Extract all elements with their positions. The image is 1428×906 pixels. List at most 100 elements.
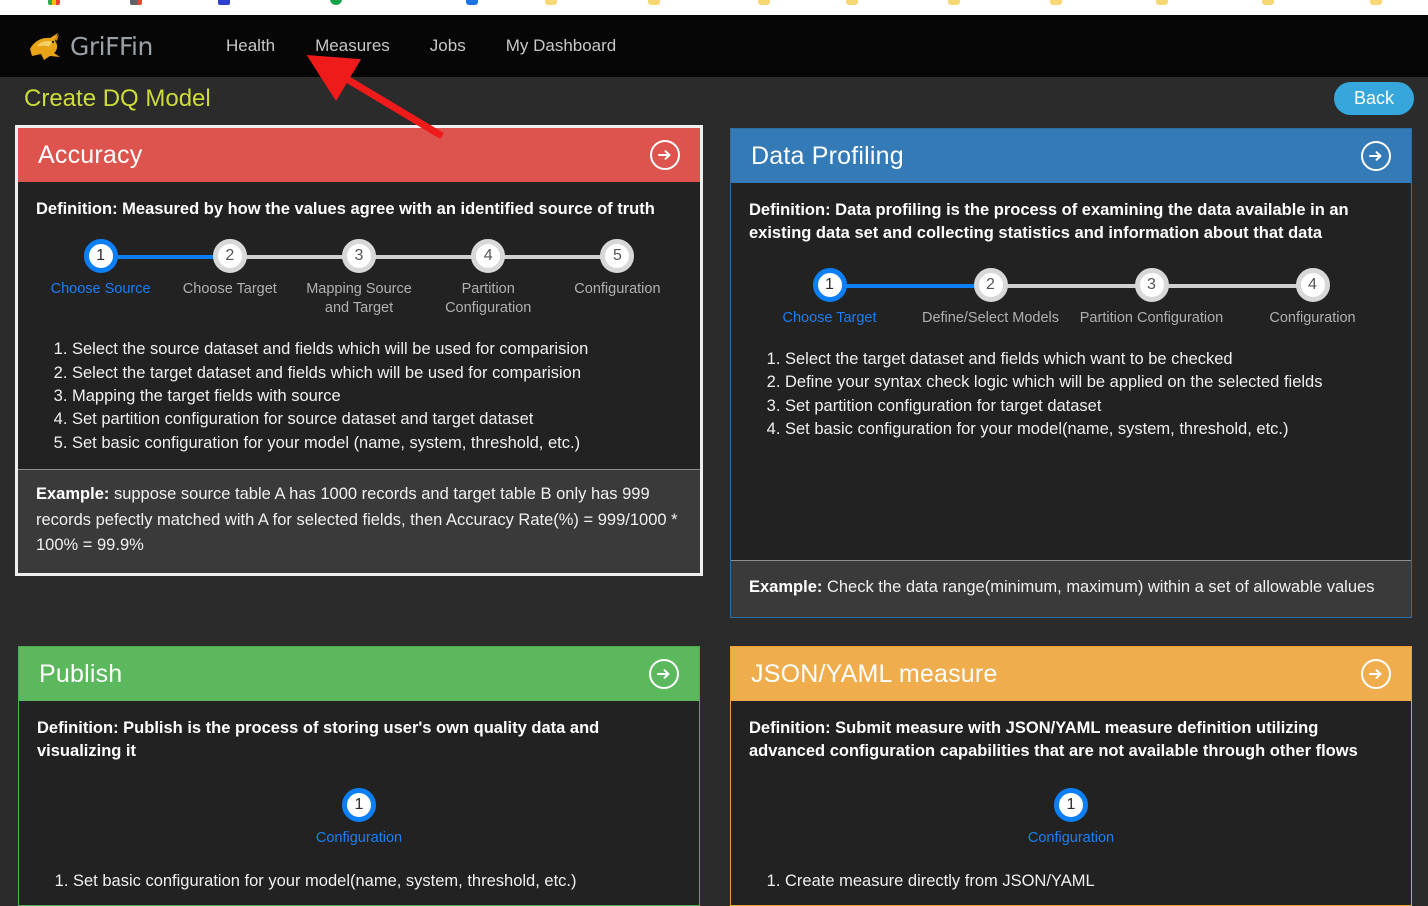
navbar-links: Health Measures Jobs My Dashboard: [206, 28, 636, 64]
folder-icon: [846, 0, 858, 5]
step-connector: [359, 255, 489, 260]
nav-link-my-dashboard[interactable]: My Dashboard: [486, 28, 637, 64]
step-connector: [990, 283, 1152, 288]
list-item: Set basic configuration for your model(n…: [73, 870, 681, 893]
step-number: 2: [973, 267, 1008, 302]
card-json-yaml-title: JSON/YAML measure: [751, 659, 998, 688]
arrow-circle-right-icon[interactable]: [650, 140, 680, 170]
bookmark-item[interactable]: [758, 0, 770, 5]
list-item: Set basic configuration for your model (…: [72, 432, 682, 455]
step-label: Choose Source: [50, 281, 151, 298]
example-text: suppose source table A has 1000 records …: [36, 485, 678, 555]
card-accuracy[interactable]: Accuracy Definition: Measured by how the…: [18, 128, 700, 573]
nav-link-health[interactable]: Health: [206, 28, 295, 64]
card-json-yaml-measure[interactable]: JSON/YAML measure Definition: Submit mea…: [730, 646, 1412, 906]
bookmark-item[interactable]: [648, 0, 660, 5]
card-json-yaml-body: Definition: Submit measure with JSON/YAM…: [731, 701, 1411, 905]
arrow-circle-right-icon[interactable]: [1361, 659, 1391, 689]
card-data-profiling-example: Example: Check the data range(minimum, m…: [731, 560, 1411, 617]
nav-link-jobs[interactable]: Jobs: [410, 28, 486, 64]
card-accuracy-example: Example: suppose source table A has 1000…: [18, 469, 700, 573]
nav-link-measures[interactable]: Measures: [295, 28, 410, 64]
card-json-yaml-header[interactable]: JSON/YAML measure: [731, 647, 1411, 701]
bookmark-item[interactable]: [218, 0, 230, 5]
step-label: Partition Configuration: [445, 281, 532, 317]
page-title: Create DQ Model: [24, 85, 211, 112]
folder-icon: [1262, 0, 1274, 5]
green-icon: [330, 0, 342, 5]
list-item: Set partition configuration for source d…: [72, 408, 682, 431]
step-label: Configuration: [1269, 309, 1356, 326]
step-label: Partition Configuration: [1079, 309, 1224, 326]
colored-icon: [130, 0, 142, 5]
step-number: 3: [1134, 267, 1169, 302]
step-define-select-models[interactable]: 2 Define/Select Models: [910, 267, 1152, 328]
list-item: Set partition configuration for target d…: [785, 395, 1393, 418]
example-label: Example:: [749, 578, 823, 597]
bookmark-item[interactable]: [1050, 0, 1062, 5]
bookmark-item[interactable]: [330, 0, 342, 5]
card-json-yaml-definition: Definition: Submit measure with JSON/YAM…: [749, 719, 1358, 761]
card-publish[interactable]: Publish Definition: Publish is the proce…: [18, 646, 700, 906]
step-label: Mapping Source and Target: [306, 281, 412, 317]
step-number: 1: [1054, 787, 1088, 822]
step-label: Define/Select Models: [921, 309, 1059, 326]
arrow-circle-right-icon[interactable]: [1361, 141, 1391, 171]
step-configuration[interactable]: 4 Configuration: [1232, 267, 1393, 328]
list-item: Select the target dataset and fields whi…: [72, 362, 682, 385]
card-publish-definition: Definition: Publish is the process of st…: [37, 719, 600, 761]
blue-icon: [466, 0, 478, 5]
measure-type-grid: Accuracy Definition: Measured by how the…: [0, 128, 1428, 906]
step-mapping-source-and-target[interactable]: 3 Mapping Source and Target: [294, 239, 489, 318]
card-accuracy-instructions: Select the source dataset and fields whi…: [36, 338, 682, 455]
list-item: Select the target dataset and fields whi…: [785, 348, 1393, 371]
step-number: 3: [342, 239, 376, 274]
card-accuracy-header[interactable]: Accuracy: [18, 128, 700, 182]
bookmark-item[interactable]: [466, 0, 478, 5]
step-choose-target[interactable]: 2 Choose Target: [165, 239, 359, 318]
step-connector: [488, 255, 618, 260]
step-choose-source[interactable]: 1 Choose Source: [36, 239, 230, 318]
card-data-profiling[interactable]: Data Profiling Definition: Data profilin…: [730, 128, 1412, 618]
bookmark-item[interactable]: [545, 0, 557, 5]
bookmark-item[interactable]: [1262, 0, 1274, 5]
step-partition-configuration[interactable]: 3 Partition Configuration: [1071, 267, 1313, 328]
step-configuration[interactable]: 5 Configuration: [553, 239, 682, 318]
card-data-profiling-title: Data Profiling: [751, 141, 904, 170]
bookmark-item[interactable]: [48, 0, 60, 5]
example-label: Example:: [36, 485, 110, 504]
brand-name: GriFFin: [70, 31, 153, 61]
card-accuracy-body: Definition: Measured by how the values a…: [18, 182, 700, 573]
card-data-profiling-header[interactable]: Data Profiling: [731, 129, 1411, 183]
card-json-yaml-stepper: 1 Configuration: [749, 787, 1393, 848]
step-connector: [829, 283, 991, 288]
folder-icon: [545, 0, 557, 5]
card-publish-instructions: Set basic configuration for your model(n…: [37, 870, 681, 893]
step-number: 1: [812, 267, 847, 302]
bookmark-item[interactable]: [846, 0, 858, 5]
bookmark-item[interactable]: [948, 0, 960, 5]
step-partition-configuration[interactable]: 4 Partition Configuration: [424, 239, 618, 318]
step-number: 5: [600, 239, 635, 274]
card-data-profiling-definition: Definition: Data profiling is the proces…: [749, 201, 1349, 243]
step-connector: [1151, 283, 1313, 288]
step-label: Configuration: [1027, 829, 1115, 846]
card-publish-header[interactable]: Publish: [19, 647, 699, 701]
step-configuration[interactable]: 1 Configuration: [299, 787, 419, 848]
back-button[interactable]: Back: [1333, 82, 1414, 115]
browser-bookmarks-bar[interactable]: [0, 0, 1428, 16]
brand-logo-link[interactable]: GriFFin: [24, 29, 174, 63]
folder-icon: [1370, 0, 1382, 5]
step-label: Choose Target: [782, 309, 877, 326]
step-choose-target[interactable]: 1 Choose Target: [749, 267, 991, 328]
folder-icon: [948, 0, 960, 5]
list-item: Create measure directly from JSON/YAML: [785, 870, 1393, 893]
step-number: 4: [1295, 267, 1330, 302]
step-configuration[interactable]: 1 Configuration: [1011, 787, 1131, 848]
bookmark-item[interactable]: [1156, 0, 1168, 5]
bookmark-item[interactable]: [1370, 0, 1382, 5]
bookmark-item[interactable]: [130, 0, 142, 5]
step-number: 1: [83, 239, 118, 274]
folder-icon: [1156, 0, 1168, 5]
arrow-circle-right-icon[interactable]: [649, 659, 679, 689]
